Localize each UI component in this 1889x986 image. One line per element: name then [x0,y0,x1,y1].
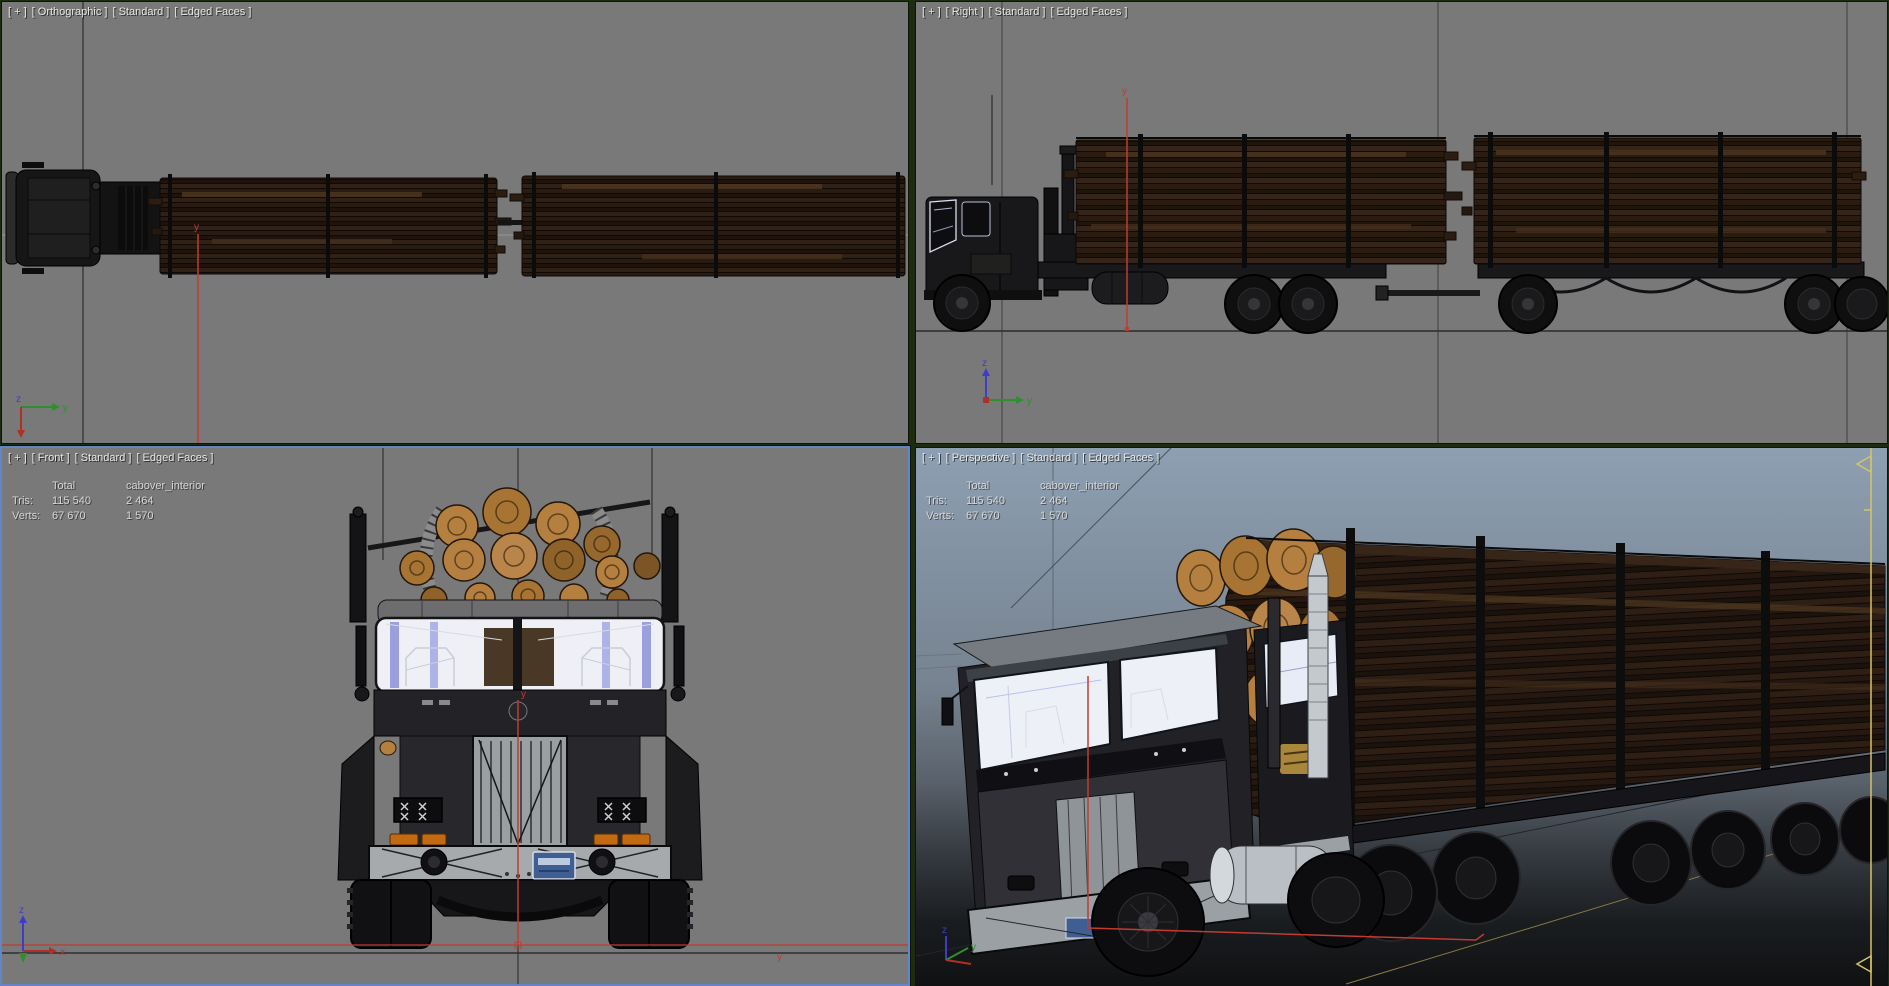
viewport-right[interactable]: [ + ] [ Right ] [ Standard ] [ Edged Faces … [915,1,1888,444]
grille [472,735,568,849]
svg-text:y: y [194,222,199,233]
stats-verts-label: Verts: [926,510,955,522]
viewport-plus-menu[interactable]: [ + ] [8,6,27,18]
viewport-plus-menu[interactable]: [ + ] [922,6,941,18]
svg-text:z: z [16,394,21,405]
log-truck-top-view[interactable] [5,162,906,278]
svg-text:y: y [777,952,782,963]
viewport-plus-menu[interactable]: [ + ] [8,452,27,464]
stats-col-total: Total [52,480,76,492]
stats-verts-object: 1 570 [1040,510,1068,522]
world-axis-gizmo-icon: z y [16,394,68,438]
viewport-label: [ + ] [ Right ] [ Standard ] [ Edged Faces … [922,6,1132,18]
viewport-render-preset-menu[interactable]: [ Standard ] [989,6,1046,18]
stats-verts-total: 67 670 [966,510,1000,522]
stats-tris-object: 2 464 [126,495,154,507]
viewport-front[interactable]: [ + ] [ Front ] [ Standard ] [ Edged Faces … [0,445,911,986]
stats-verts-total: 67 670 [52,510,86,522]
stats-tris-label: Tris: [926,495,947,507]
viewport-shading-menu[interactable]: [ Edged Faces ] [1082,452,1159,464]
license-plate [532,851,576,880]
statistics-overlay: Total cabover_interior Tris: 115 540 2 4… [12,480,205,522]
windshield [374,616,666,694]
front-scene: y y z x [2,448,908,984]
stats-col-object: cabover_interior [1040,480,1119,492]
drawbar [1384,290,1480,296]
viewport-label: [ + ] [ Front ] [ Standard ] [ Edged Faces … [8,452,218,464]
svg-text:y: y [971,942,976,953]
stats-verts-label: Verts: [12,510,41,522]
stats-tris-total: 115 540 [966,495,1005,507]
viewport-shading-menu[interactable]: [ Edged Faces ] [136,452,213,464]
log-bundle-rear[interactable] [1461,132,1867,268]
stats-tris-label: Tris: [12,495,33,507]
viewport-orthographic[interactable]: [ + ] [ Orthographic ] [ Standard ] [ Edged… [1,1,909,444]
stats-verts-object: 1 570 [126,510,154,522]
svg-text:y: y [521,689,526,700]
drawbar [497,220,522,225]
right-scene: y z y [916,2,1887,443]
world-axis-gizmo-icon: z x [19,905,65,963]
log-truck-side-view[interactable] [924,95,1887,334]
viewport-pov-menu[interactable]: [ Right ] [946,6,984,18]
log-truck-front-view[interactable] [337,487,703,949]
viewport-shading-menu[interactable]: [ Edged Faces ] [1050,6,1127,18]
stats-col-object: cabover_interior [126,480,205,492]
world-axis-gizmo-icon: z y [982,358,1032,407]
viewport-render-preset-menu[interactable]: [ Standard ] [75,452,132,464]
statistics-overlay: Total cabover_interior Tris: 115 540 2 4… [926,480,1119,522]
viewport-label: [ + ] [ Orthographic ] [ Standard ] [ Edged… [8,6,256,18]
viewport-render-preset-menu[interactable]: [ Standard ] [1020,452,1077,464]
log-bundle-front[interactable] [147,174,512,278]
stats-tris-object: 2 464 [1040,495,1068,507]
log-bundle-rear[interactable] [509,172,906,278]
stats-tris-total: 115 540 [52,495,91,507]
bumper [368,845,672,881]
viewport-layout-2x2: [ + ] [ Orthographic ] [ Standard ] [ Edged… [0,0,1889,986]
svg-text:x: x [60,947,65,958]
svg-text:y: y [1122,86,1127,97]
viewport-plus-menu[interactable]: [ + ] [922,452,941,464]
viewport-pov-menu[interactable]: [ Front ] [32,452,70,464]
perspective-scene: z y [916,448,1887,986]
trailer-frame-scallops [1515,276,1787,294]
svg-text:y: y [63,403,68,414]
viewport-pov-menu[interactable]: [ Perspective ] [946,452,1016,464]
svg-text:z: z [982,358,987,369]
stats-col-total: Total [966,480,990,492]
viewport-label: [ + ] [ Perspective ] [ Standard ] [ Edged … [922,452,1164,464]
svg-text:y: y [1027,396,1032,407]
svg-text:z: z [19,905,24,916]
viewport-perspective[interactable]: [ + ] [ Perspective ] [ Standard ] [ Edged … [915,447,1888,986]
viewport-pov-menu[interactable]: [ Orthographic ] [32,6,108,18]
viewport-render-preset-menu[interactable]: [ Standard ] [112,6,169,18]
log-bundle-front[interactable] [1063,134,1463,268]
wheel [1498,274,1887,334]
orthographic-scene: y z y [2,2,908,443]
svg-text:z: z [942,925,947,936]
viewport-shading-menu[interactable]: [ Edged Faces ] [174,6,251,18]
